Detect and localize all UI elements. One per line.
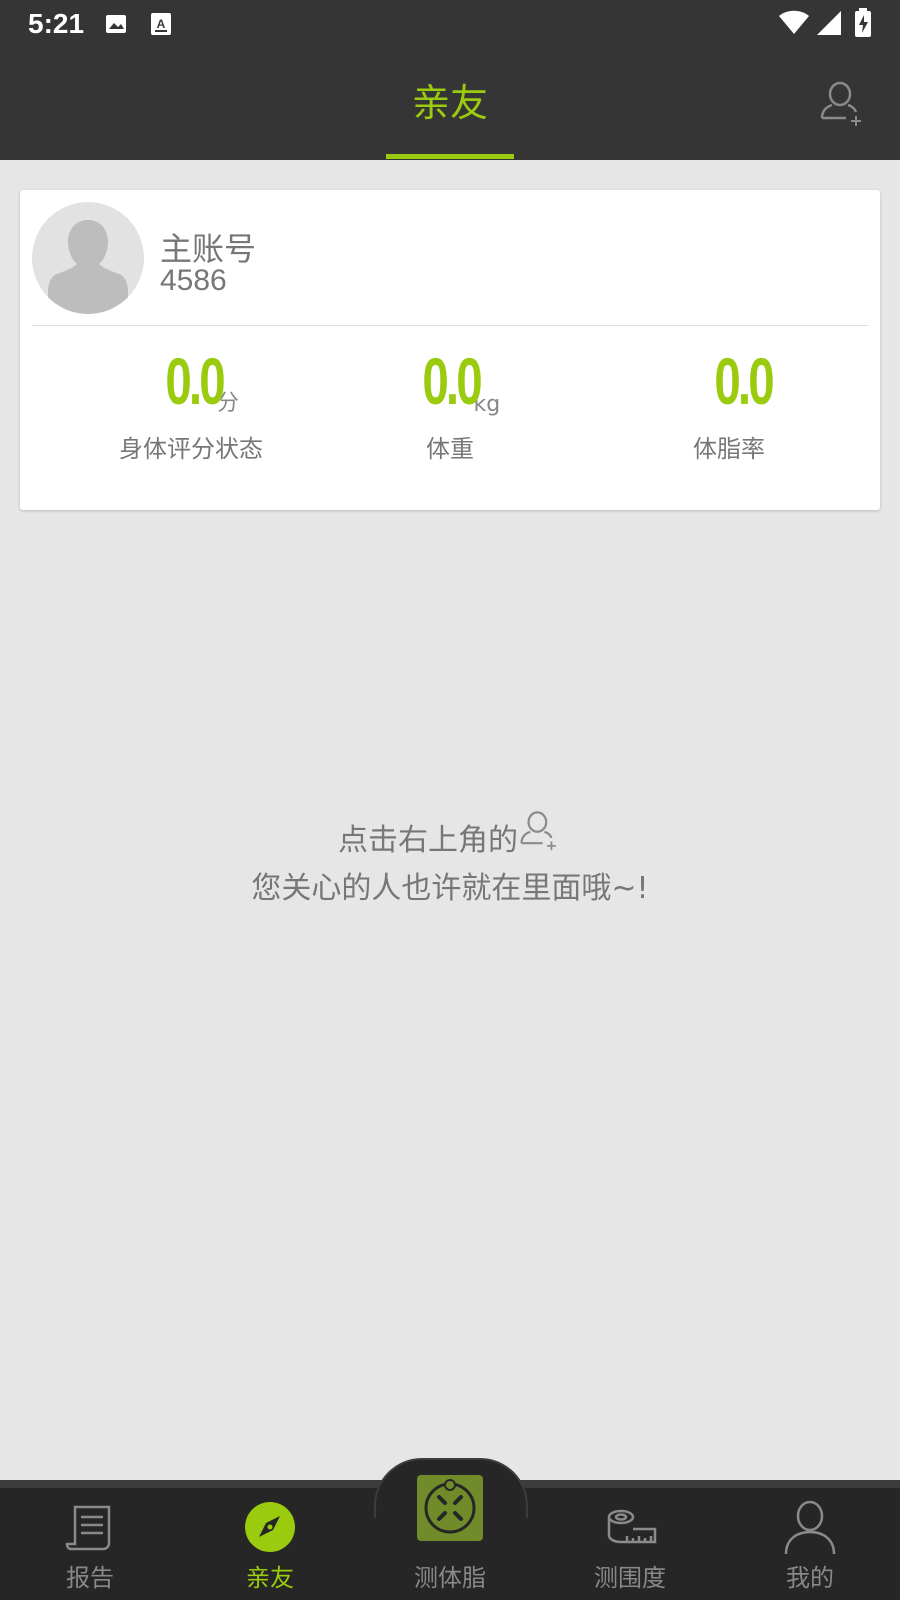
status-bar: 5:21 A — [0, 0, 900, 48]
status-time: 5:21 — [28, 8, 85, 39]
stat-value: 0.0 — [714, 344, 774, 418]
tab-report[interactable]: 报告 — [0, 1500, 180, 1593]
svg-text:A: A — [157, 17, 166, 31]
hint-line-2: 您关心的人也许就在里面哦~! — [251, 871, 649, 906]
tab-friends[interactable]: 亲友 — [180, 1500, 360, 1593]
account-card[interactable]: 主账号 4586 0.0分 身体评分状态 0.0kg 体重 0.0 体脂率 — [20, 190, 880, 510]
report-icon — [65, 1505, 111, 1551]
account-id: 4586 — [160, 264, 227, 297]
battery-charging-icon — [854, 8, 872, 42]
profile-icon — [784, 1500, 836, 1554]
stat-label: 体重 — [426, 435, 474, 463]
add-friend-button[interactable] — [818, 78, 868, 128]
tape-measure-icon — [607, 1509, 657, 1544]
stat-label: 体脂率 — [693, 435, 765, 463]
card-divider — [32, 325, 868, 326]
tab-label: 报告 — [66, 1564, 114, 1592]
wifi-icon — [778, 10, 810, 40]
stat-label: 身体评分状态 — [119, 435, 263, 463]
hint-line-1: 点击右上角的 — [0, 808, 900, 865]
tab-measure-circumference[interactable]: 测围度 — [540, 1500, 720, 1593]
stat-body-fat: 0.0 体脂率 — [586, 345, 872, 464]
signal-icon — [816, 10, 842, 40]
tab-label: 我的 — [786, 1564, 834, 1592]
stat-value: 0.0 — [165, 344, 225, 418]
hint-text-1: 点击右上角的 — [338, 823, 518, 858]
tab-measure-body-fat[interactable]: 测体脂 — [360, 1500, 540, 1593]
add-user-icon — [820, 81, 861, 126]
active-tab-indicator — [386, 154, 514, 159]
avatar — [32, 202, 144, 314]
stat-weight: 0.0kg 体重 — [307, 345, 593, 464]
tab-label: 测体脂 — [414, 1564, 486, 1592]
add-user-icon — [518, 808, 562, 852]
empty-state-hint: 点击右上角的 您关心的人也许就在里面哦~! — [0, 808, 900, 913]
image-icon — [104, 12, 128, 40]
default-avatar-icon — [48, 220, 128, 314]
tab-label: 测围度 — [594, 1564, 666, 1592]
page-title: 亲友 — [411, 81, 488, 125]
keyboard-icon: A — [150, 12, 172, 40]
stat-value: 0.0 — [422, 344, 482, 418]
tab-label: 亲友 — [246, 1564, 294, 1592]
header: 亲友 — [0, 48, 900, 160]
compass-icon — [245, 1502, 295, 1552]
stat-body-score: 0.0分 身体评分状态 — [48, 345, 334, 464]
tab-profile[interactable]: 我的 — [720, 1500, 900, 1593]
